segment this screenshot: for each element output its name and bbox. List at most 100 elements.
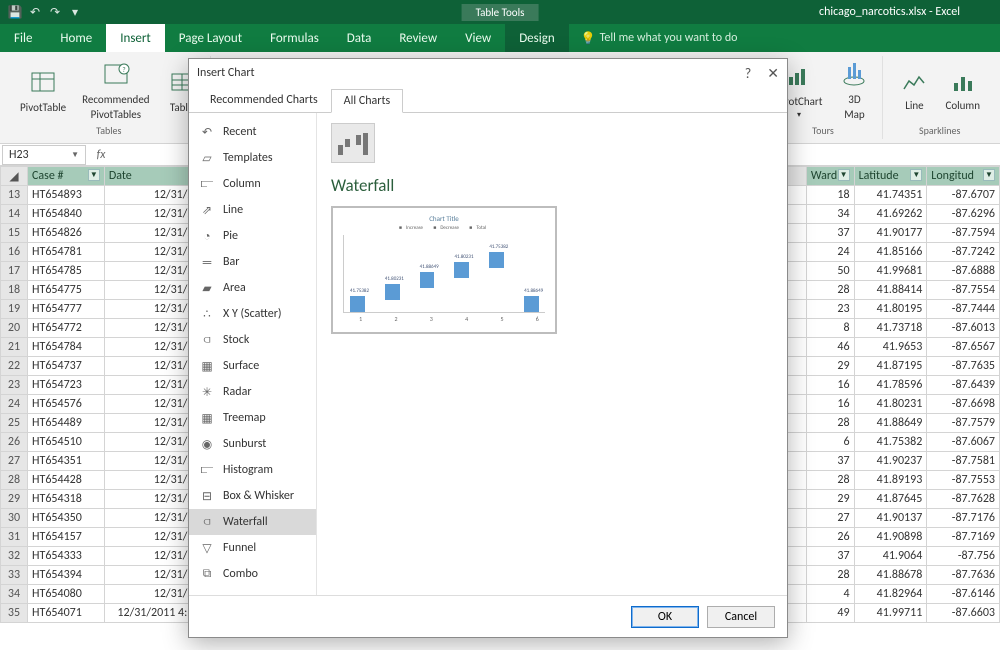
- sparkline-line-button[interactable]: Line: [893, 67, 935, 114]
- row-header[interactable]: 15: [1, 224, 28, 243]
- cell-ward[interactable]: 18: [806, 186, 854, 205]
- cell-lon[interactable]: -87.6707: [927, 186, 1000, 205]
- chart-type-sunburst[interactable]: ◉Sunburst: [189, 431, 316, 457]
- chart-type-histogram[interactable]: ⫍Histogram: [189, 457, 316, 483]
- row-header[interactable]: 23: [1, 376, 28, 395]
- cell-case[interactable]: HT654510: [28, 433, 105, 452]
- row-header[interactable]: 31: [1, 528, 28, 547]
- chart-type-area[interactable]: ▰Area: [189, 275, 316, 301]
- cell-ward[interactable]: 28: [806, 414, 854, 433]
- cell-lat[interactable]: 41.80195: [854, 300, 927, 319]
- cell-case[interactable]: HT654157: [28, 528, 105, 547]
- filter-icon[interactable]: ▼: [910, 169, 922, 181]
- cell-lat[interactable]: 41.69262: [854, 205, 927, 224]
- cell-lon[interactable]: -87.7594: [927, 224, 1000, 243]
- cell-lon[interactable]: -87.7176: [927, 509, 1000, 528]
- cell-lat[interactable]: 41.90137: [854, 509, 927, 528]
- chart-preview[interactable]: Chart Title ■ Increase ■ Decrease ■ Tota…: [331, 206, 557, 334]
- cell-lon[interactable]: -87.7554: [927, 281, 1000, 300]
- qat-more-icon[interactable]: ▾: [68, 5, 82, 19]
- cell-lat[interactable]: 41.80231: [854, 395, 927, 414]
- cell-ward[interactable]: 29: [806, 357, 854, 376]
- chart-type-waterfall[interactable]: ⫏Waterfall: [189, 509, 316, 535]
- row-header[interactable]: 18: [1, 281, 28, 300]
- cell-case[interactable]: HT654893: [28, 186, 105, 205]
- cell-lon[interactable]: -87.7444: [927, 300, 1000, 319]
- cell-ward[interactable]: 27: [806, 509, 854, 528]
- tab-recommended-charts[interactable]: Recommended Charts: [197, 88, 331, 112]
- chart-type-surface[interactable]: ▦Surface: [189, 353, 316, 379]
- cell-case[interactable]: HT654775: [28, 281, 105, 300]
- cell-ward[interactable]: 23: [806, 300, 854, 319]
- tell-me[interactable]: 💡 Tell me what you want to do: [581, 31, 738, 46]
- sparkline-column-button[interactable]: Column: [939, 67, 986, 114]
- save-icon[interactable]: 💾: [8, 5, 22, 19]
- cell-case[interactable]: HT654723: [28, 376, 105, 395]
- cell-ward[interactable]: 37: [806, 547, 854, 566]
- row-header[interactable]: 28: [1, 471, 28, 490]
- chart-type-line[interactable]: ⇗Line: [189, 197, 316, 223]
- cell-case[interactable]: HT654080: [28, 585, 105, 604]
- cell-lon[interactable]: -87.7169: [927, 528, 1000, 547]
- cell-lon[interactable]: -87.7579: [927, 414, 1000, 433]
- cell-lat[interactable]: 41.9653: [854, 338, 927, 357]
- chart-type-stock[interactable]: ⫏Stock: [189, 327, 316, 353]
- cell-case[interactable]: HT654489: [28, 414, 105, 433]
- tab-page-layout[interactable]: Page Layout: [165, 24, 256, 52]
- select-all-corner[interactable]: ◢: [1, 167, 28, 186]
- row-header[interactable]: 33: [1, 566, 28, 585]
- cell-case[interactable]: HT654826: [28, 224, 105, 243]
- cell-lat[interactable]: 41.88414: [854, 281, 927, 300]
- cell-case[interactable]: HT654784: [28, 338, 105, 357]
- cell-case[interactable]: HT654772: [28, 319, 105, 338]
- cell-lon[interactable]: -87.7581: [927, 452, 1000, 471]
- cell-ward[interactable]: 37: [806, 452, 854, 471]
- filter-icon[interactable]: ▼: [838, 169, 850, 181]
- cell-ward[interactable]: 34: [806, 205, 854, 224]
- row-header[interactable]: 24: [1, 395, 28, 414]
- row-header[interactable]: 16: [1, 243, 28, 262]
- fx-icon[interactable]: fx: [88, 148, 114, 162]
- chart-type-bar[interactable]: ═Bar: [189, 249, 316, 275]
- cell-ward[interactable]: 46: [806, 338, 854, 357]
- cell-lat[interactable]: 41.87195: [854, 357, 927, 376]
- cell-ward[interactable]: 28: [806, 471, 854, 490]
- cell-case[interactable]: HT654351: [28, 452, 105, 471]
- undo-icon[interactable]: ↶: [28, 5, 42, 19]
- cell-lat[interactable]: 41.89193: [854, 471, 927, 490]
- row-header[interactable]: 14: [1, 205, 28, 224]
- cell-lon[interactable]: -87.6146: [927, 585, 1000, 604]
- pivottable-button[interactable]: PivotTable: [14, 65, 72, 116]
- recommended-pivottables-button[interactable]: ? Recommended PivotTables: [76, 57, 155, 123]
- row-header[interactable]: 22: [1, 357, 28, 376]
- tab-home[interactable]: Home: [46, 24, 106, 52]
- row-header[interactable]: 25: [1, 414, 28, 433]
- col-header-lon[interactable]: Longitud▼: [927, 167, 1000, 186]
- cell-case[interactable]: HT654576: [28, 395, 105, 414]
- row-header[interactable]: 30: [1, 509, 28, 528]
- cell-ward[interactable]: 24: [806, 243, 854, 262]
- cell-case[interactable]: HT654840: [28, 205, 105, 224]
- cell-case[interactable]: HT654781: [28, 243, 105, 262]
- cell-case[interactable]: HT654785: [28, 262, 105, 281]
- name-box[interactable]: H23 ▼: [2, 145, 86, 165]
- row-header[interactable]: 21: [1, 338, 28, 357]
- chart-type-pie[interactable]: ◔Pie: [189, 223, 316, 249]
- cancel-button[interactable]: Cancel: [707, 606, 775, 628]
- cell-lon[interactable]: -87.6296: [927, 205, 1000, 224]
- cell-lat[interactable]: 41.73718: [854, 319, 927, 338]
- cell-lat[interactable]: 41.74351: [854, 186, 927, 205]
- col-header-case[interactable]: Case #▼: [28, 167, 105, 186]
- cell-lon[interactable]: -87.6888: [927, 262, 1000, 281]
- cell-case[interactable]: HT654318: [28, 490, 105, 509]
- cell-lon[interactable]: -87.6567: [927, 338, 1000, 357]
- cell-case[interactable]: HT654394: [28, 566, 105, 585]
- row-header[interactable]: 34: [1, 585, 28, 604]
- cell-lat[interactable]: 41.85166: [854, 243, 927, 262]
- row-header[interactable]: 20: [1, 319, 28, 338]
- cell-lat[interactable]: 41.87645: [854, 490, 927, 509]
- chart-type-funnel[interactable]: ▽Funnel: [189, 535, 316, 561]
- cell-case[interactable]: HT654737: [28, 357, 105, 376]
- cell-lat[interactable]: 41.90237: [854, 452, 927, 471]
- cell-lat[interactable]: 41.88649: [854, 414, 927, 433]
